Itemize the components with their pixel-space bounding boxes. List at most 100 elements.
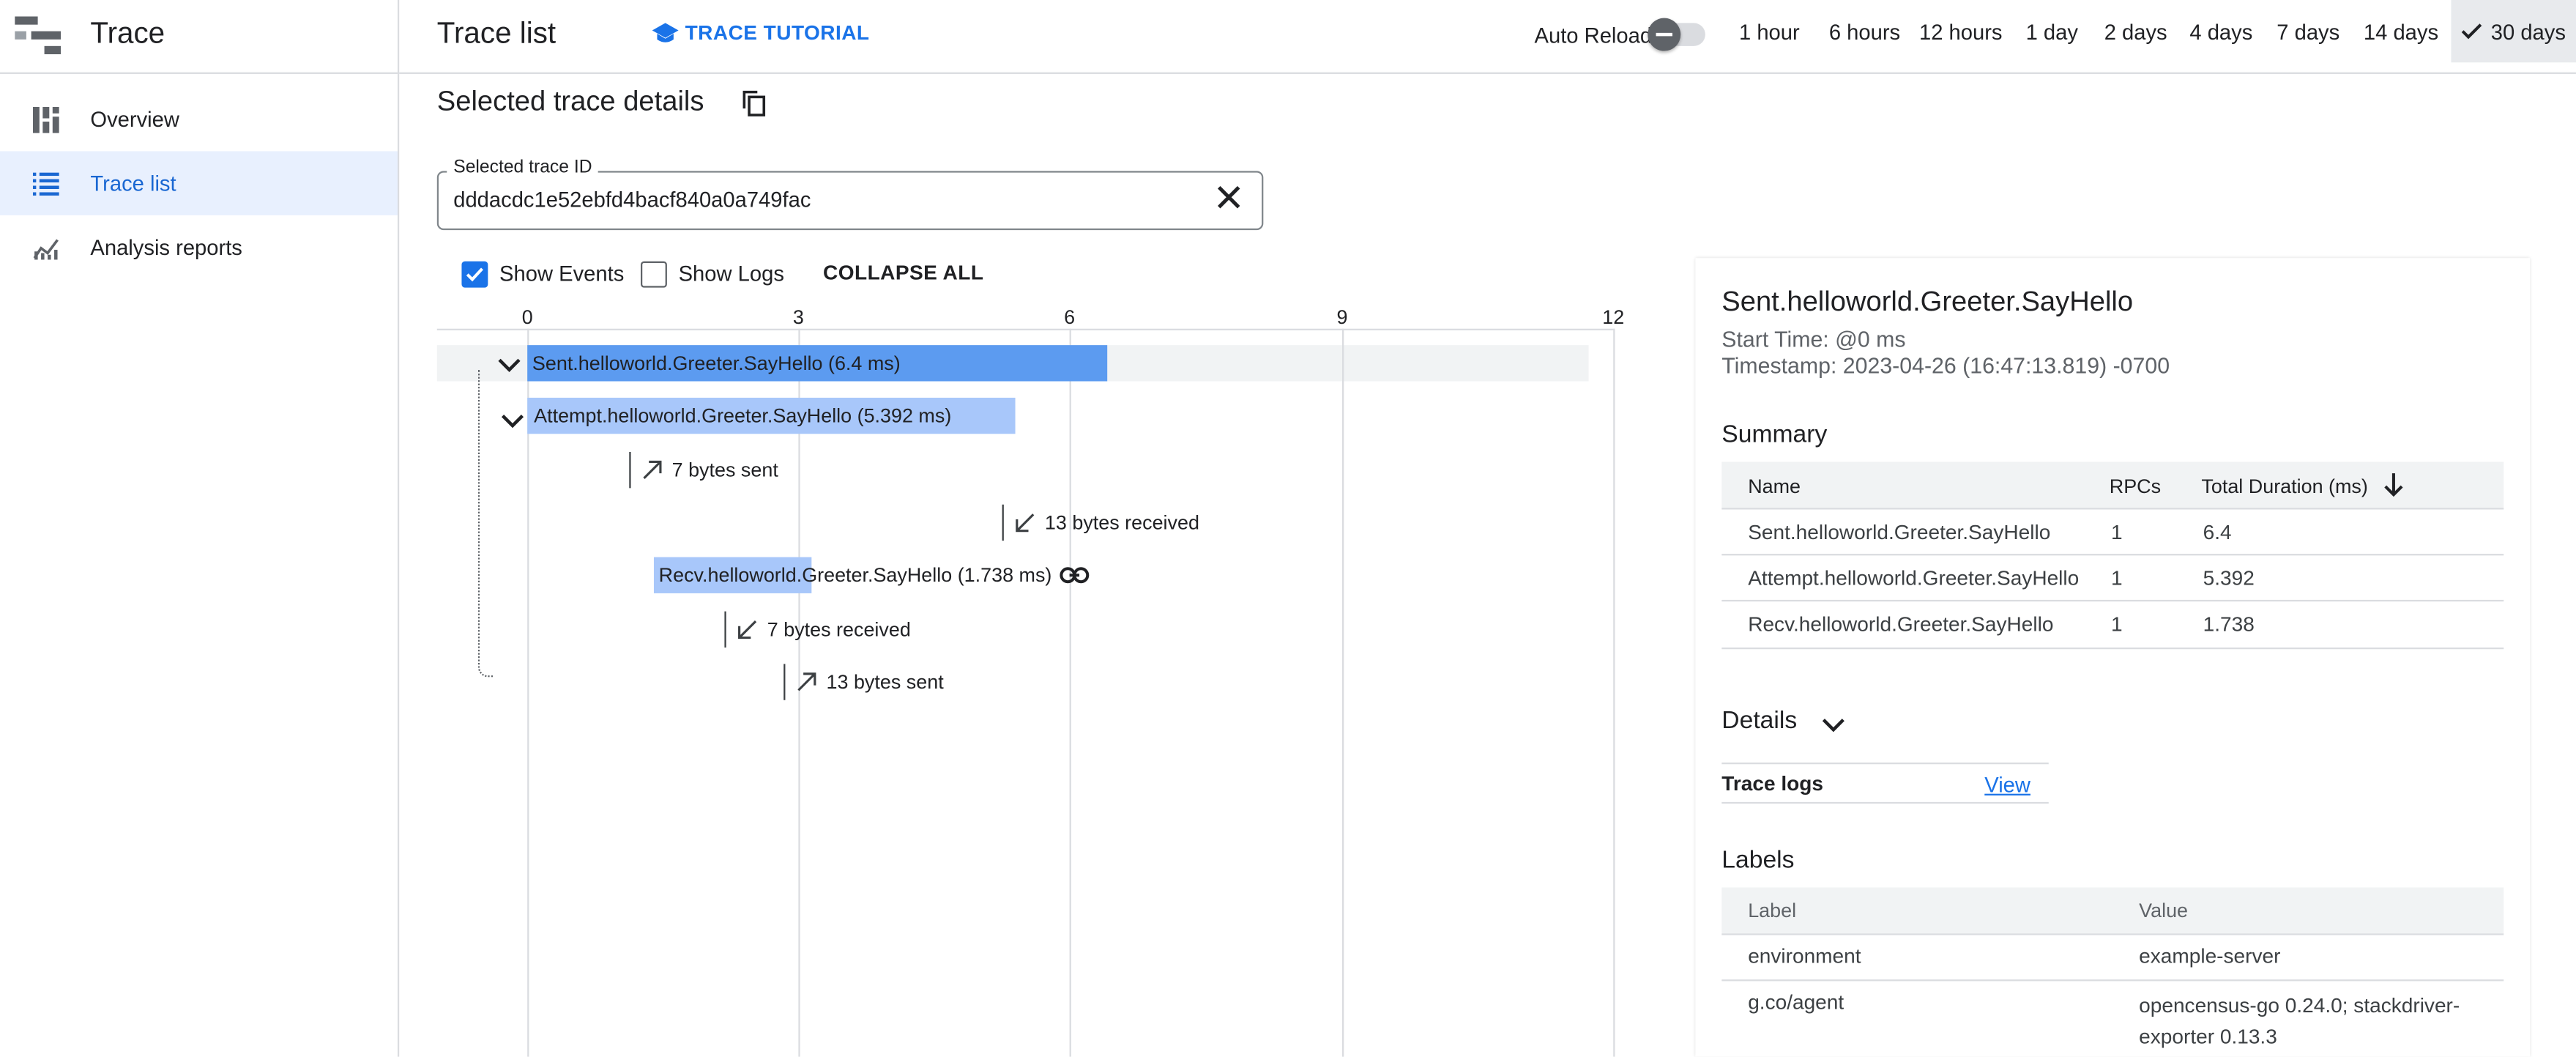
event-label: 7 bytes received [767, 617, 911, 642]
span-label-row[interactable]: Recv.helloworld.Greeter.SayHello (1.738 … [659, 564, 1090, 587]
range-14-days[interactable]: 14 days [2354, 0, 2448, 62]
timeline-axis [436, 328, 1615, 330]
event-item[interactable]: 7 bytes sent [629, 451, 778, 489]
range-2-days[interactable]: 2 days [2095, 0, 2177, 62]
range-4-days[interactable]: 4 days [2180, 0, 2262, 62]
summary-cell: Attempt.helloworld.Greeter.SayHello [1748, 567, 2080, 590]
sidebar-item-overview[interactable]: Overview [0, 87, 398, 152]
sidebar-item-label: Analysis reports [90, 234, 242, 260]
gridline [1342, 328, 1344, 1057]
label-cell: g.co/agent [1748, 990, 1844, 1015]
show-events-checkbox[interactable] [461, 261, 488, 288]
collapse-all-button[interactable]: COLLAPSE ALL [823, 262, 983, 284]
sidebar-divider [397, 0, 400, 1057]
page-title: Trace list [436, 16, 556, 50]
toggle-knob[interactable] [1648, 18, 1681, 51]
row-divider [1721, 763, 2049, 765]
range-12-hours[interactable]: 12 hours [1913, 0, 2009, 62]
product-title: Trace [90, 16, 165, 50]
sidebar-item-analysis-reports[interactable]: Analysis reports [0, 215, 398, 280]
labels-table-header [1721, 887, 2504, 934]
row-divider [1721, 599, 2504, 602]
event-label: 13 bytes sent [826, 670, 944, 694]
arrow-downward-icon[interactable] [2382, 472, 2405, 506]
row-divider [1721, 979, 2504, 982]
range-6-hours[interactable]: 6 hours [1817, 0, 1912, 62]
value-cell: example-server [2139, 945, 2281, 968]
arrow-down-left-icon [738, 620, 757, 639]
show-logs-label: Show Logs [678, 261, 784, 286]
chevron-down-icon[interactable] [1822, 711, 1844, 741]
event-marker [783, 664, 786, 700]
summary-title: Summary [1721, 420, 1828, 449]
range-7-days[interactable]: 7 days [2267, 0, 2349, 62]
axis-tick-label: 12 [1602, 305, 1625, 329]
summary-cell: 6.4 [2203, 521, 2232, 544]
value-cell: opencensus-go 0.24.0; stackdriver-export… [2139, 994, 2460, 1049]
span-label[interactable]: Sent.helloworld.Greeter.SayHello (6.4 ms… [532, 352, 901, 374]
labels-title: Labels [1721, 846, 1795, 875]
axis-tick-label: 0 [521, 305, 533, 329]
row-divider [1721, 554, 2504, 556]
axis-tick-label: 9 [1336, 305, 1348, 329]
trace-id-input[interactable] [453, 187, 1177, 212]
check-icon [466, 267, 483, 282]
event-marker [1002, 504, 1004, 541]
span-tree-connector [477, 369, 494, 678]
axis-tick-label: 6 [1064, 305, 1076, 329]
span-name: Sent.helloworld.Greeter.SayHello [1721, 286, 2134, 318]
column-header-duration[interactable]: Total Duration (ms) [2201, 475, 2367, 497]
sidebar-item-trace-list[interactable]: Trace list [0, 151, 398, 215]
range-30-days[interactable]: 30 days [2451, 0, 2576, 63]
summary-cell: 1.738 [2203, 612, 2255, 637]
view-trace-logs-link[interactable]: View [1984, 772, 2030, 797]
trace-tutorial-label: TRACE TUTORIAL [685, 21, 870, 45]
details-title[interactable]: Details [1721, 707, 1797, 735]
event-item[interactable]: 13 bytes received [1002, 504, 1199, 541]
check-icon [2462, 23, 2482, 40]
analytics-icon [0, 236, 90, 259]
gridline [1613, 328, 1615, 1057]
column-header-value: Value [2139, 899, 2189, 922]
range-1-hour[interactable]: 1 hour [1721, 0, 1817, 62]
span-label[interactable]: Attempt.helloworld.Greeter.SayHello (5.3… [534, 404, 951, 427]
sidebar-item-label: Trace list [90, 171, 176, 196]
summary-cell: 5.392 [2203, 567, 2255, 590]
range-label: 30 days [2490, 18, 2566, 44]
list-icon [0, 171, 90, 195]
summary-cell: 1 [2111, 567, 2123, 590]
event-item[interactable]: 13 bytes sent [783, 664, 944, 700]
row-divider [1721, 647, 2504, 650]
arrow-down-left-icon [1016, 513, 1035, 533]
row-divider [1721, 933, 2504, 935]
show-events-label: Show Events [499, 261, 625, 286]
summary-cell: 1 [2111, 521, 2123, 544]
event-label: 13 bytes received [1044, 511, 1199, 535]
axis-tick-label: 3 [792, 305, 804, 329]
chevron-down-icon[interactable] [498, 352, 521, 381]
arrow-up-right-icon [797, 672, 816, 691]
range-1-day[interactable]: 1 day [2009, 0, 2095, 62]
copy-icon[interactable] [742, 90, 766, 125]
event-marker [629, 451, 631, 489]
trace-tutorial-button[interactable]: TRACE TUTORIAL [652, 21, 870, 45]
event-item[interactable]: 7 bytes received [724, 611, 911, 648]
event-label: 7 bytes sent [671, 458, 778, 482]
chevron-down-icon[interactable] [501, 407, 524, 437]
column-header-rpcs[interactable]: RPCs [2110, 475, 2161, 497]
app-logo-icon [15, 16, 62, 64]
link-icon[interactable] [1060, 567, 1090, 584]
column-header-label: Label [1748, 899, 1797, 922]
close-icon[interactable] [1216, 184, 1242, 218]
summary-cell: Recv.helloworld.Greeter.SayHello [1748, 612, 2054, 637]
summary-cell: Sent.helloworld.Greeter.SayHello [1748, 521, 2051, 544]
auto-reload-label: Auto Reload [1534, 23, 1653, 48]
trace-logs-label: Trace logs [1721, 772, 1824, 795]
arrow-up-right-icon [643, 460, 662, 479]
event-marker [724, 611, 726, 648]
label-cell: environment [1748, 945, 1861, 968]
dashboard-icon [0, 105, 90, 133]
section-title: Selected trace details [436, 85, 704, 117]
column-header-name[interactable]: Name [1748, 475, 1801, 497]
show-logs-checkbox[interactable] [641, 261, 667, 288]
